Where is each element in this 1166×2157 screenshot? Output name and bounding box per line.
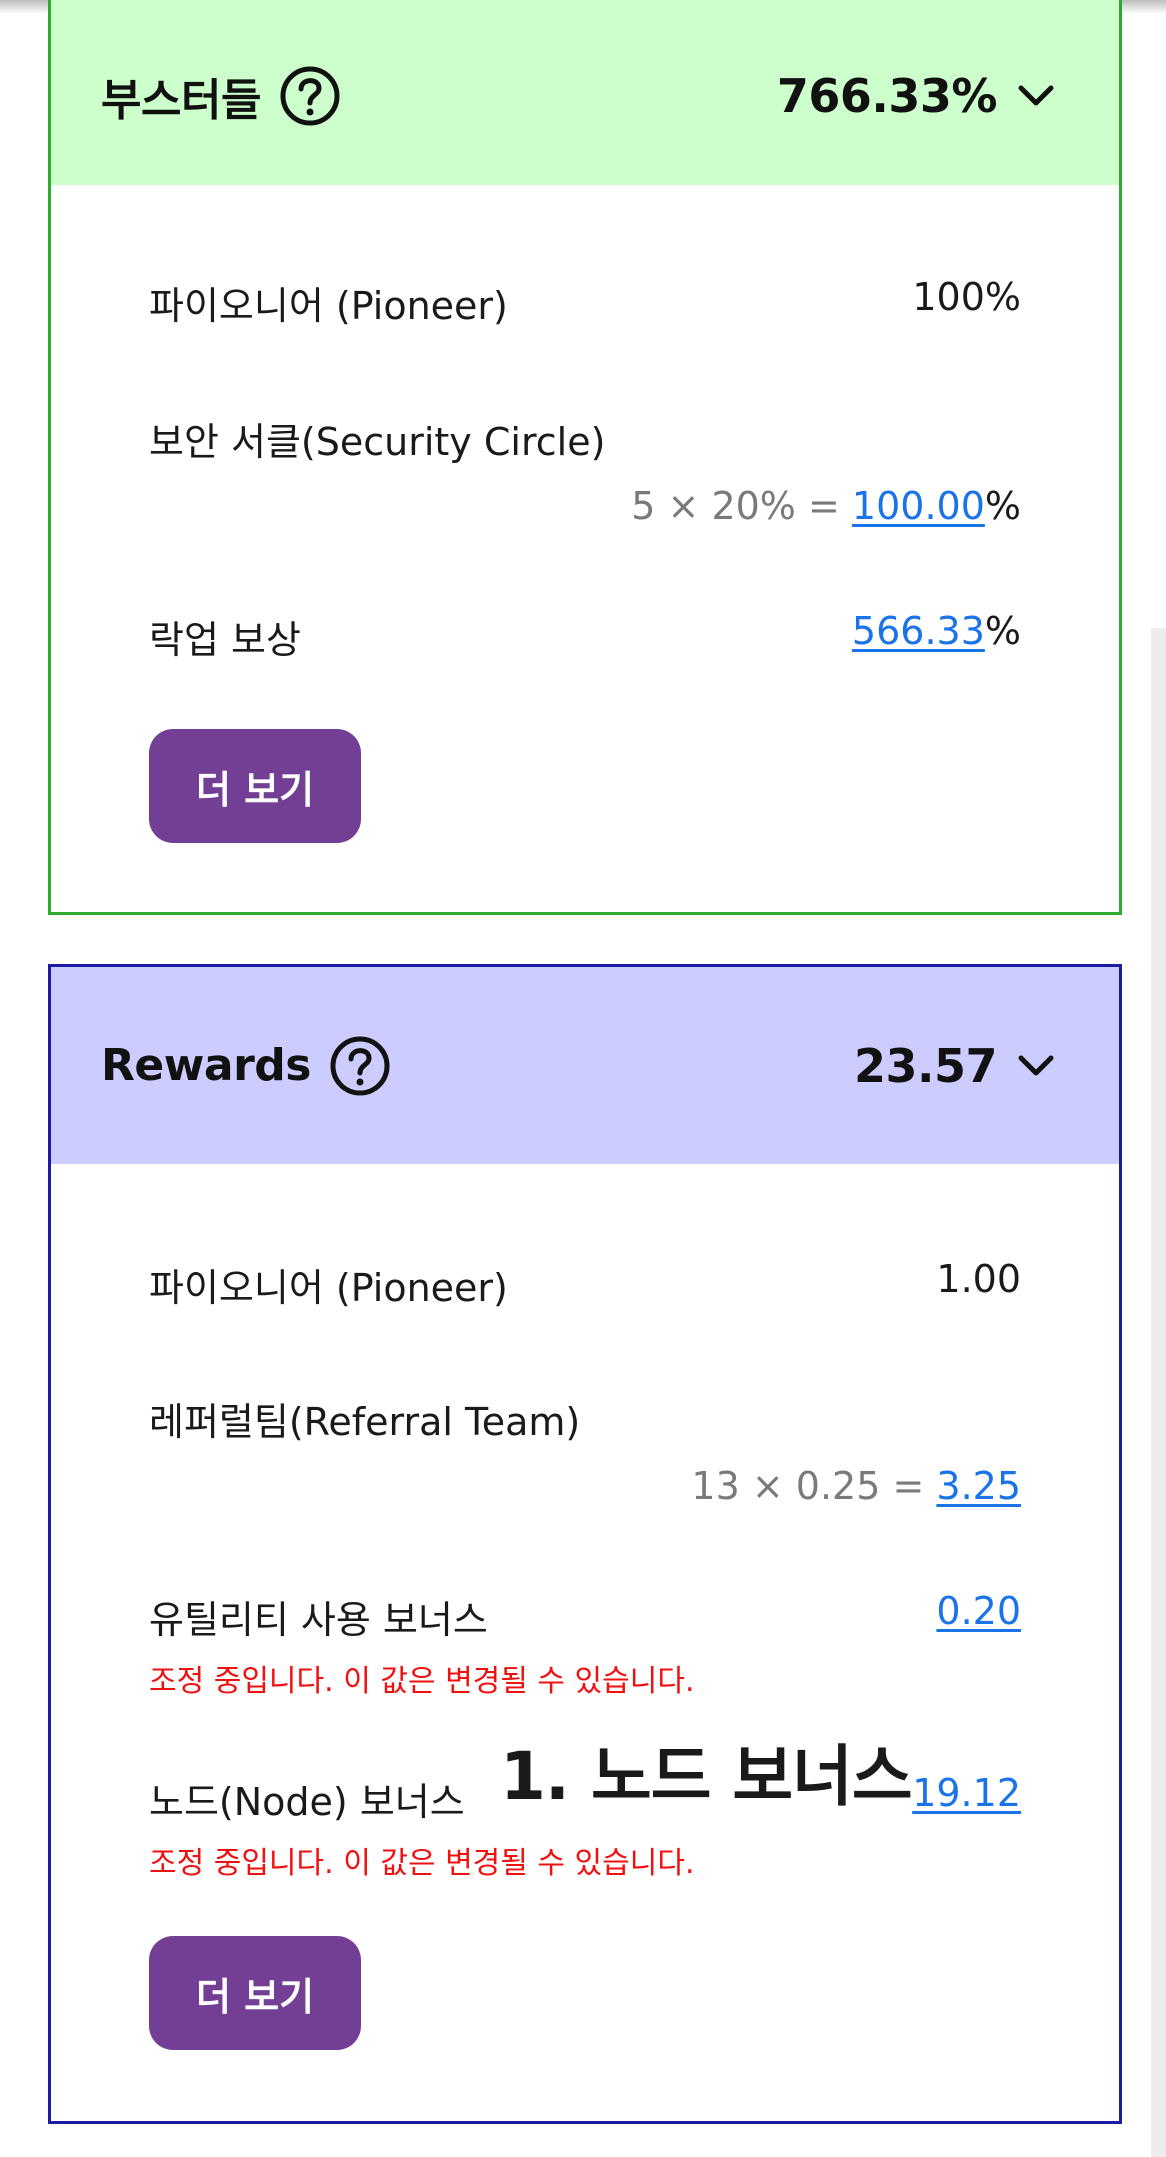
rewards-total: 23.57 (853, 1038, 998, 1093)
reward-utility-row: 유틸리티 사용 보너스 0.20 조정 중입니다. 이 값은 변경될 수 있습니… (149, 1589, 1021, 1700)
rewards-more-button[interactable]: 더 보기 (149, 1936, 361, 2050)
reward-referral-row: 레퍼럴팀(Referral Team) 13 × 0.25 = 3.25 (149, 1391, 1021, 1508)
reward-node-value: 19.12 (912, 1771, 1021, 1815)
utility-value-link[interactable]: 0.20 (936, 1589, 1021, 1633)
referral-value-link[interactable]: 3.25 (936, 1464, 1021, 1508)
lockup-value-link[interactable]: 566.33 (852, 609, 985, 653)
rewards-card: Rewards 23.57 파이오니어 (Pioneer) 1.00 레퍼럴팀(… (48, 964, 1122, 2124)
boosters-card: 부스터들 766.33% 파이오니어 (Pioneer) 100% 보안 서클(… (48, 0, 1122, 915)
booster-lockup-value: 566.33% (852, 609, 1021, 653)
booster-security-label: 보안 서클(Security Circle) (149, 420, 606, 464)
booster-pioneer-value: 100% (912, 275, 1021, 319)
reward-utility-label: 유틸리티 사용 보너스 (149, 1598, 488, 1642)
booster-pioneer-label: 파이오니어 (Pioneer) (149, 284, 508, 328)
reward-referral-calc: 13 × 0.25 = 3.25 (149, 1464, 1021, 1508)
chevron-down-icon[interactable] (1017, 84, 1055, 108)
security-formula: 5 × 20% = (631, 484, 852, 528)
rewards-title: Rewards (101, 1040, 311, 1091)
booster-pioneer-row: 파이오니어 (Pioneer) 100% (149, 275, 1021, 330)
overlay-caption: 1. 노드 보너스 (500, 1738, 913, 1815)
chevron-down-icon[interactable] (1017, 1054, 1055, 1078)
security-unit: % (984, 484, 1021, 528)
referral-formula: 13 × 0.25 = (691, 1464, 937, 1508)
scroll-rail (1151, 628, 1166, 2157)
reward-referral-label: 레퍼럴팀(Referral Team) (149, 1400, 581, 1444)
boosters-header[interactable]: 부스터들 766.33% (51, 0, 1119, 185)
reward-pioneer-value: 1.00 (936, 1257, 1021, 1301)
utility-warning: 조정 중입니다. 이 값은 변경될 수 있습니다. (149, 1664, 695, 1699)
booster-lockup-row: 락업 보상 566.33% (149, 609, 1021, 664)
boosters-more-button[interactable]: 더 보기 (149, 729, 361, 843)
rewards-header[interactable]: Rewards 23.57 (51, 967, 1119, 1164)
node-value-link[interactable]: 19.12 (912, 1771, 1021, 1815)
question-circle-icon[interactable] (329, 1035, 391, 1097)
reward-pioneer-label: 파이오니어 (Pioneer) (149, 1266, 508, 1310)
security-value-link[interactable]: 100.00 (852, 484, 985, 528)
question-circle-icon[interactable] (279, 65, 341, 127)
boosters-title: 부스터들 (101, 75, 261, 126)
node-warning: 조정 중입니다. 이 값은 변경될 수 있습니다. (149, 1846, 695, 1881)
reward-utility-value: 0.20 (936, 1589, 1021, 1633)
boosters-total: 766.33% (776, 69, 998, 123)
booster-security-calc: 5 × 20% = 100.00% (149, 484, 1021, 528)
lockup-unit: % (984, 609, 1021, 653)
booster-lockup-label: 락업 보상 (149, 618, 301, 662)
booster-security-row: 보안 서클(Security Circle) 5 × 20% = 100.00% (149, 411, 1021, 528)
reward-pioneer-row: 파이오니어 (Pioneer) 1.00 (149, 1257, 1021, 1312)
